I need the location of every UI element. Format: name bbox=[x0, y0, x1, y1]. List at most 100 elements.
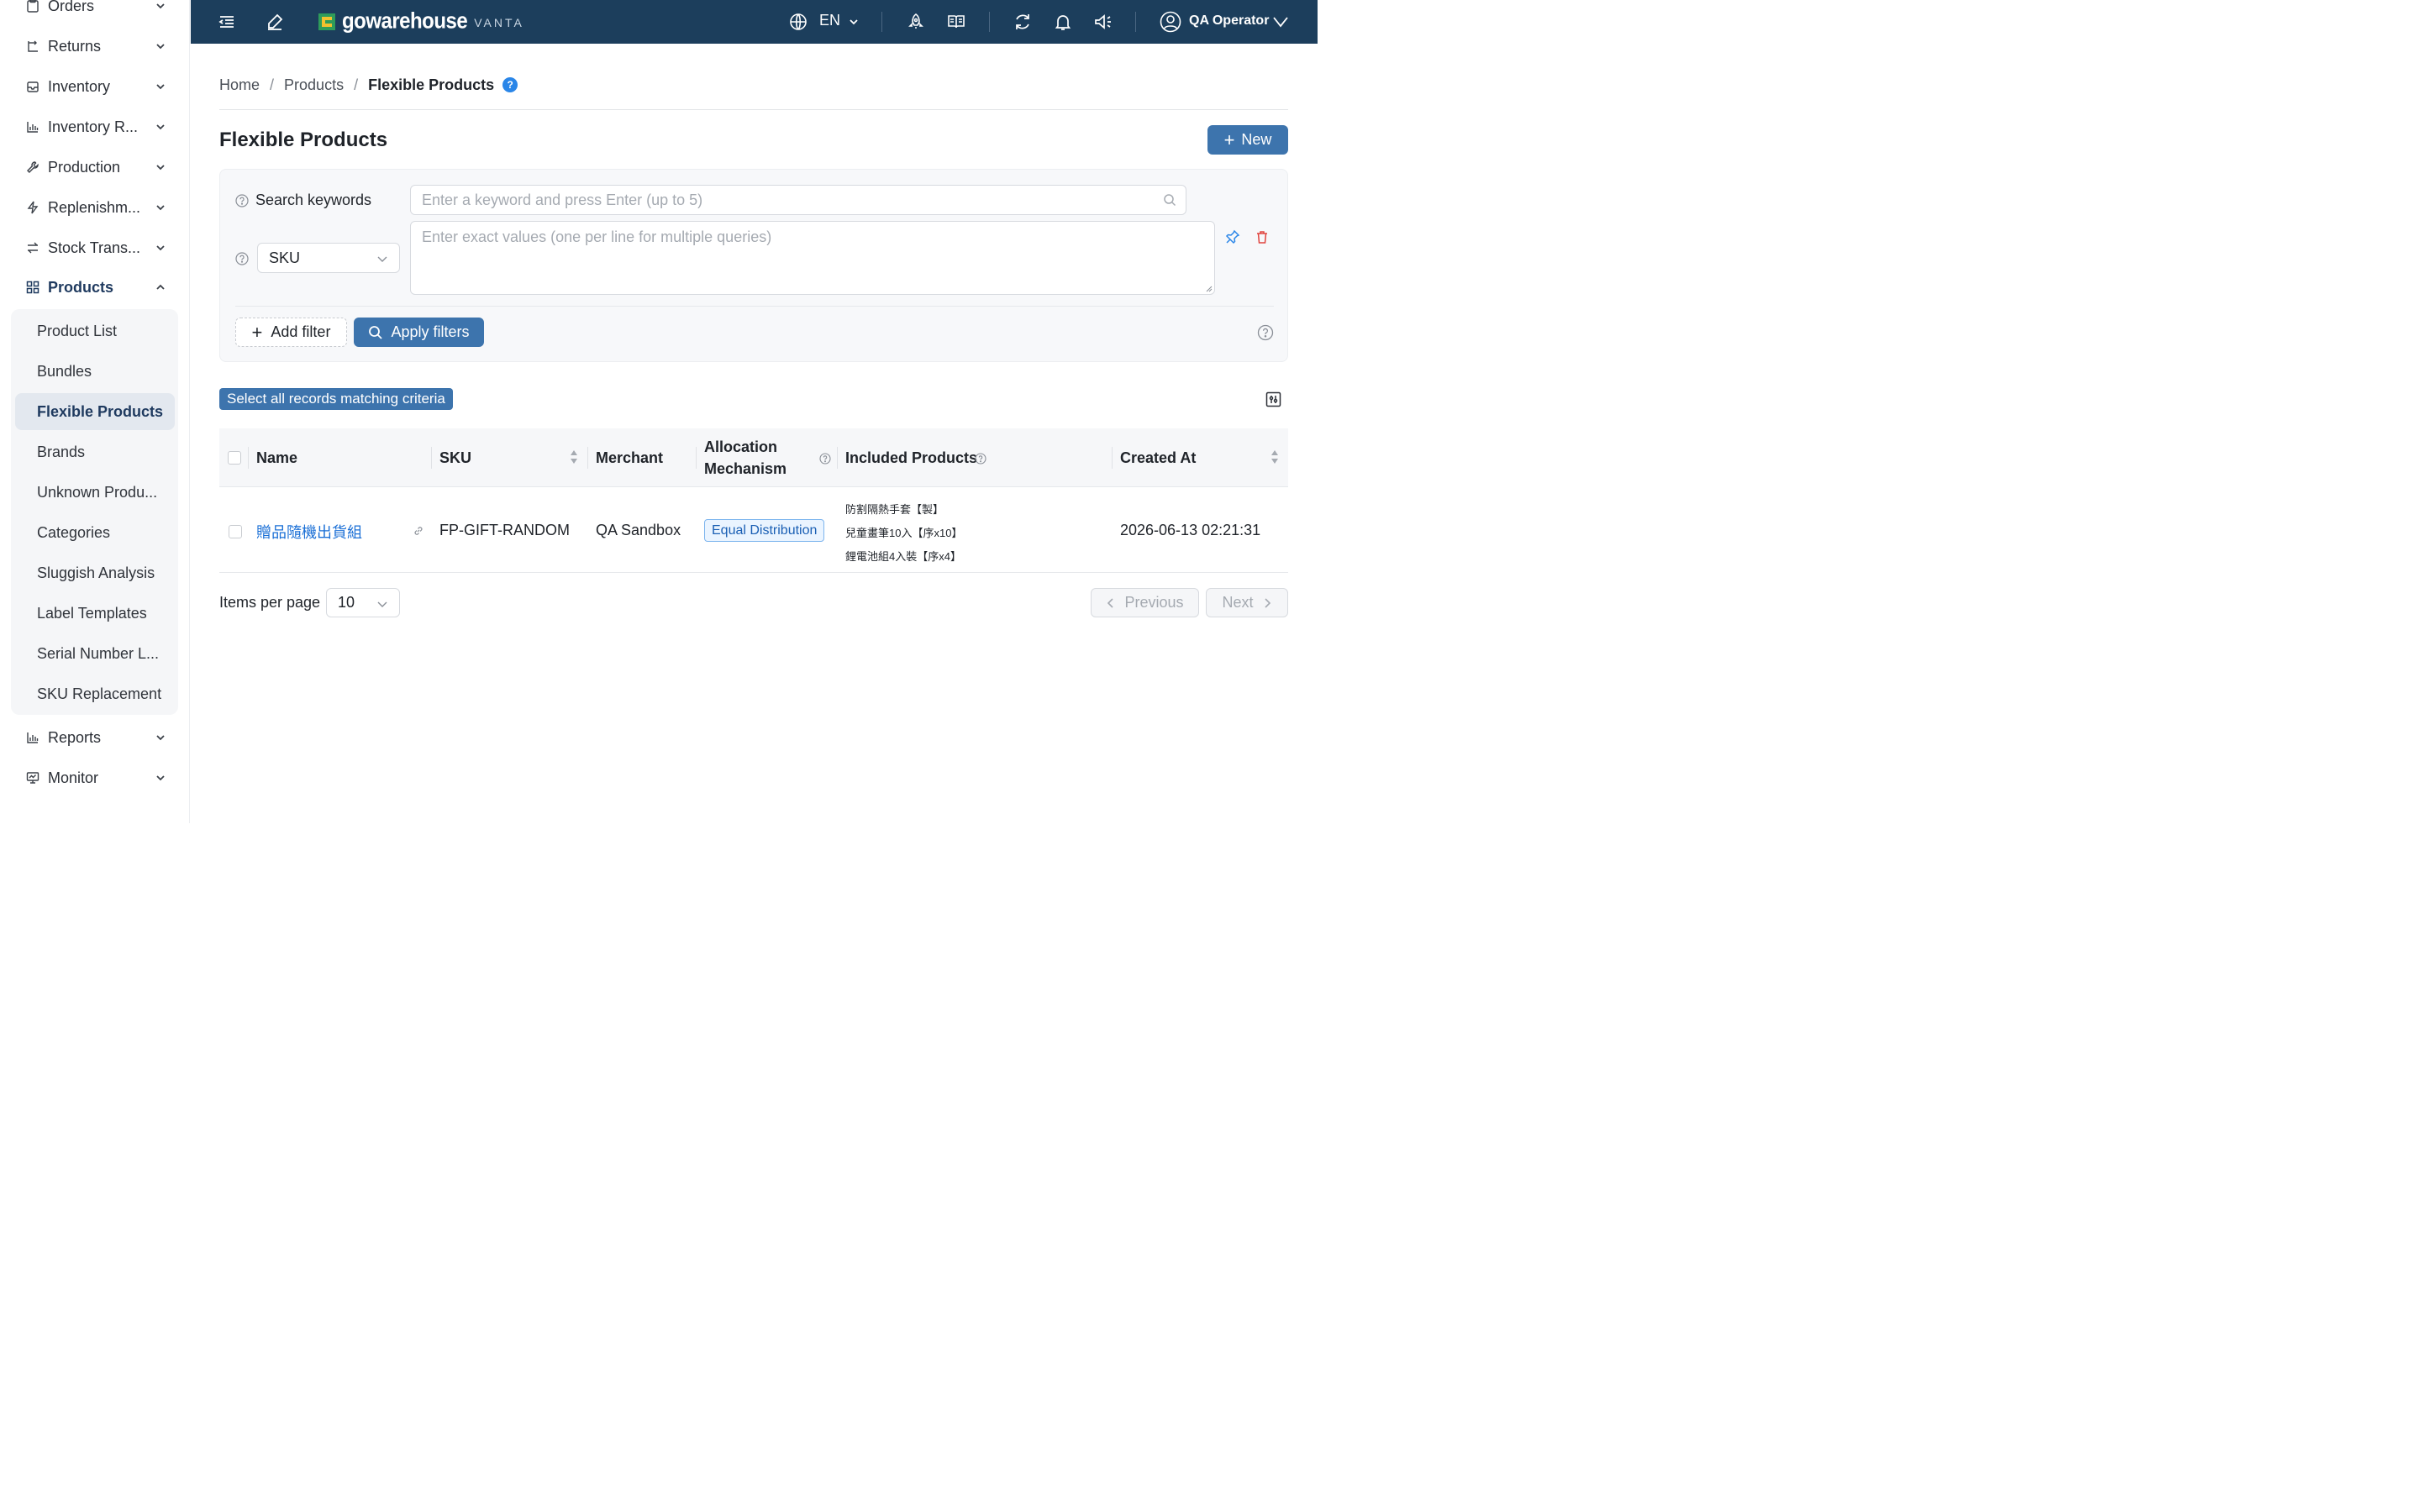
row-checkbox[interactable] bbox=[229, 525, 242, 538]
announcement-icon[interactable] bbox=[1093, 12, 1113, 32]
subnav-flexible-products[interactable]: Flexible Products bbox=[15, 393, 175, 430]
column-header-allocation-line1[interactable]: Allocation bbox=[704, 438, 777, 456]
book-icon[interactable] bbox=[946, 12, 966, 32]
nav-orders[interactable]: Orders bbox=[25, 0, 166, 18]
globe-icon[interactable] bbox=[788, 12, 808, 32]
link-icon[interactable] bbox=[413, 525, 424, 537]
nav-products[interactable]: Products bbox=[25, 275, 166, 300]
select-all-checkbox[interactable] bbox=[228, 451, 241, 465]
chevron-down-icon bbox=[156, 3, 165, 9]
included-product-item: 鋰電池組4入裝【序x4】 bbox=[845, 550, 961, 563]
chevron-down-icon bbox=[156, 165, 165, 171]
column-header-created-at[interactable]: Created At bbox=[1120, 449, 1196, 467]
add-filter-button[interactable]: + Add filter bbox=[235, 318, 347, 347]
nav-inventory-reports[interactable]: Inventory R... bbox=[25, 114, 166, 139]
column-separator bbox=[587, 447, 588, 469]
delete-icon[interactable] bbox=[1255, 229, 1270, 244]
previous-page-button[interactable]: Previous bbox=[1091, 588, 1199, 617]
next-page-button[interactable]: Next bbox=[1206, 588, 1288, 617]
nav-returns[interactable]: Returns bbox=[25, 34, 166, 59]
refresh-icon[interactable] bbox=[1013, 12, 1033, 32]
column-header-allocation-line2[interactable]: Mechanism bbox=[704, 460, 786, 478]
nav-monitor[interactable]: Monitor bbox=[25, 765, 166, 790]
chevron-down-icon[interactable] bbox=[848, 12, 860, 32]
question-circle-icon[interactable] bbox=[975, 453, 986, 465]
chevron-down-icon bbox=[156, 84, 165, 90]
nav-replenishment[interactable]: Replenishm... bbox=[25, 195, 166, 220]
subnav-bundles[interactable]: Bundles bbox=[15, 353, 175, 390]
resize-handle-icon[interactable] bbox=[1206, 286, 1213, 292]
nav-inventory-label: Inventory bbox=[48, 77, 111, 95]
question-circle-icon[interactable] bbox=[819, 453, 831, 465]
select-all-records-button[interactable]: Select all records matching criteria bbox=[219, 388, 453, 410]
chevron-down-icon bbox=[156, 775, 165, 781]
nav-monitor-label: Monitor bbox=[48, 769, 99, 786]
nav-production[interactable]: Production bbox=[25, 155, 166, 180]
product-name-link[interactable]: 贈品隨機出貨組 bbox=[256, 521, 362, 543]
previous-page-label: Previous bbox=[1124, 594, 1184, 611]
column-header-merchant[interactable]: Merchant bbox=[596, 449, 663, 467]
column-header-included-products[interactable]: Included Products bbox=[845, 449, 977, 467]
exact-values-input[interactable] bbox=[410, 221, 1215, 295]
chevron-right-icon bbox=[1264, 597, 1270, 608]
items-per-page-select[interactable]: 10 bbox=[326, 588, 400, 617]
return-icon bbox=[28, 40, 38, 52]
allocation-tag: Equal Distribution bbox=[704, 519, 825, 542]
products-submenu: Product List Bundles Flexible Products B… bbox=[11, 309, 178, 715]
brand-logo[interactable]: gowarehouse VANTA bbox=[318, 8, 524, 35]
subnav-categories[interactable]: Categories bbox=[15, 514, 175, 551]
filter-field-select[interactable]: SKU bbox=[257, 243, 400, 273]
filter-panel: Search keywords SKU + Add filter Apply f… bbox=[219, 169, 1288, 362]
chevron-down-icon bbox=[377, 601, 387, 607]
question-circle-icon[interactable] bbox=[1257, 324, 1274, 341]
grid-icon bbox=[26, 281, 39, 294]
new-button[interactable]: + New bbox=[1207, 125, 1288, 155]
question-circle-icon[interactable] bbox=[235, 194, 249, 207]
column-settings-icon[interactable] bbox=[1265, 391, 1281, 407]
breadcrumb: Home / Products / Flexible Products ? bbox=[219, 76, 518, 94]
search-keywords-label: Search keywords bbox=[255, 192, 372, 208]
user-name[interactable]: QA Operator bbox=[1189, 13, 1269, 29]
search-icon bbox=[1164, 194, 1176, 207]
subnav-unknown-products[interactable]: Unknown Produ... bbox=[15, 474, 175, 511]
language-selector[interactable]: EN bbox=[819, 12, 840, 29]
nav-stock-transfer-label: Stock Trans... bbox=[48, 239, 141, 256]
column-separator bbox=[837, 447, 838, 469]
help-icon[interactable]: ? bbox=[502, 77, 518, 92]
column-header-name[interactable]: Name bbox=[256, 449, 297, 467]
chevron-down-icon[interactable] bbox=[1272, 12, 1289, 32]
chevron-down-icon bbox=[156, 44, 165, 50]
bell-icon[interactable] bbox=[1053, 12, 1073, 32]
avatar[interactable] bbox=[1160, 11, 1181, 33]
subnav-sku-replacement[interactable]: SKU Replacement bbox=[15, 675, 175, 712]
page-title: Flexible Products bbox=[219, 129, 388, 151]
column-header-sku[interactable]: SKU bbox=[439, 449, 471, 467]
subnav-product-list[interactable]: Product List bbox=[15, 312, 175, 349]
subnav-sluggish-analysis[interactable]: Sluggish Analysis bbox=[15, 554, 175, 591]
header-divider bbox=[219, 109, 1288, 110]
column-separator bbox=[696, 447, 697, 469]
nav-inventory[interactable]: Inventory bbox=[25, 74, 166, 99]
column-separator bbox=[248, 447, 249, 469]
sort-icon[interactable] bbox=[570, 449, 578, 465]
breadcrumb-current: Flexible Products bbox=[368, 76, 495, 93]
apply-filters-button[interactable]: Apply filters bbox=[354, 318, 484, 347]
merchant-cell: QA Sandbox bbox=[596, 522, 681, 538]
breadcrumb-home[interactable]: Home bbox=[219, 76, 260, 94]
question-circle-icon[interactable] bbox=[235, 252, 249, 265]
nav-stock-transfer[interactable]: Stock Trans... bbox=[25, 235, 166, 260]
nav-reports[interactable]: Reports bbox=[25, 725, 166, 750]
menu-collapse-icon[interactable] bbox=[217, 12, 237, 32]
pin-icon[interactable] bbox=[1225, 229, 1240, 244]
search-icon bbox=[369, 325, 383, 339]
rocket-icon[interactable] bbox=[906, 12, 926, 32]
subnav-label-templates[interactable]: Label Templates bbox=[15, 595, 175, 632]
sort-icon[interactable] bbox=[1270, 449, 1279, 465]
breadcrumb-separator: / bbox=[270, 76, 275, 93]
breadcrumb-products[interactable]: Products bbox=[284, 76, 344, 94]
search-keywords-input[interactable] bbox=[410, 185, 1186, 215]
subnav-brands[interactable]: Brands bbox=[15, 433, 175, 470]
column-separator bbox=[431, 447, 432, 469]
edit-icon[interactable] bbox=[265, 12, 285, 32]
subnav-serial-number[interactable]: Serial Number L... bbox=[15, 635, 175, 672]
